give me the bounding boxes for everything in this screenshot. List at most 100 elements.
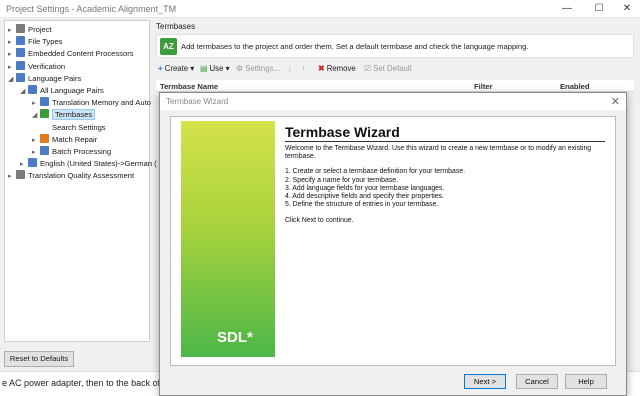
settings-node-icon <box>40 133 49 143</box>
expander-icon[interactable]: ◢ <box>8 74 16 86</box>
tree-item-label: Verification <box>28 61 66 71</box>
maximize-icon[interactable]: ☐ <box>584 0 614 18</box>
tree-item[interactable]: ◢ Language Pairs <box>8 72 82 86</box>
banner-text: Add termbases to the project and order t… <box>181 42 529 51</box>
expander-icon[interactable]: ▸ <box>32 98 40 110</box>
database-icon: ▤ <box>200 64 208 73</box>
dialog-title: Termbase Wizard <box>166 97 229 106</box>
tree-item-label: All Language Pairs <box>40 86 104 95</box>
expander-icon[interactable]: ◢ <box>32 110 40 122</box>
tree-item[interactable]: ▸ Project <box>8 24 52 36</box>
col-termbase-name[interactable]: Termbase Name <box>160 82 218 91</box>
termbase-wizard-dialog: Termbase Wizard ✕ SDL* Termbase Wizard W… <box>159 92 627 396</box>
sdl-banner-image: SDL* <box>181 121 275 357</box>
tree-item-label: File Types <box>28 37 63 47</box>
tree-item[interactable]: ▸ Embedded Content Processors <box>8 48 134 60</box>
tree-item[interactable]: ◢ All Language Pairs <box>20 85 104 97</box>
settings-node-icon <box>16 36 25 46</box>
expander-icon[interactable]: ▸ <box>20 159 28 171</box>
settings-label: Settings... <box>245 64 280 73</box>
close-icon[interactable]: ✕ <box>612 0 640 18</box>
gear-icon: ⚙ <box>236 64 243 73</box>
tree-item[interactable]: Search Settings <box>44 122 106 134</box>
arrow-up-icon: ↑ <box>302 64 306 73</box>
reset-to-defaults-button[interactable]: Reset to Defaults <box>4 351 74 367</box>
plus-icon: + <box>158 64 163 73</box>
use-button[interactable]: ▤ Use ▾ <box>200 62 230 76</box>
termbase-toolbar: + Create ▾ ▤ Use ▾ ⚙ Settings... ↓ ↑ ✖ R… <box>156 62 634 76</box>
step-item: 1. Create or select a termbase definitio… <box>285 168 466 176</box>
termbase-icon: AZ <box>160 38 177 55</box>
settings-node-icon <box>40 146 49 155</box>
tree-item-label: Termbases <box>52 109 96 121</box>
expander-icon[interactable]: ▸ <box>8 37 16 49</box>
expander-icon[interactable]: ▸ <box>32 147 40 159</box>
settings-node-icon <box>16 72 25 82</box>
expander-icon[interactable]: ▸ <box>8 25 16 37</box>
help-button[interactable]: Help <box>565 374 607 389</box>
heading-divider <box>285 141 605 142</box>
close-icon[interactable]: ✕ <box>611 95 620 108</box>
tree-item-label: Batch Processing <box>52 147 112 156</box>
create-label: Create <box>164 64 189 73</box>
tree-item-label: Translation Memory and Auto <box>52 98 151 108</box>
settings-node-icon <box>16 48 25 58</box>
settings-node-icon <box>28 85 37 94</box>
tree-item-label: Match Repair <box>52 134 98 144</box>
settings-node-icon <box>16 170 25 180</box>
tree-item[interactable]: ◢ Termbases <box>32 109 96 122</box>
tree-item-label: Project <box>28 25 52 34</box>
dialog-title-bar: Termbase Wizard ✕ <box>160 93 626 110</box>
window-title: Project Settings - Academic Alignment_TM <box>6 4 177 14</box>
remove-x-icon: ✖ <box>318 64 325 73</box>
create-button[interactable]: + Create ▾ <box>158 62 194 76</box>
page-title: Termbases <box>156 22 196 31</box>
expander-icon[interactable]: ◢ <box>20 86 28 98</box>
settings-button[interactable]: ⚙ Settings... <box>236 62 280 76</box>
settings-tree: ▸ Project ▸ File Types ▸ Embedded Content Pro… <box>4 20 157 342</box>
tree-item[interactable]: ▸ English (United States)->German ( <box>20 158 157 170</box>
tree-item[interactable]: ▸ Batch Processing <box>32 146 111 158</box>
tree-item[interactable]: ▸ Translation Memory and Auto <box>32 97 151 109</box>
tree-item[interactable]: ▸ File Types <box>8 36 62 48</box>
expander-icon[interactable]: ▸ <box>8 62 16 74</box>
step-item: 5. Define the structure of entries in yo… <box>285 201 439 209</box>
default-icon: ☑ <box>364 64 371 73</box>
tree-item[interactable]: ▸ Verification <box>8 60 66 74</box>
remove-label: Remove <box>326 64 356 73</box>
window-title-bar: Project Settings - Academic Alignment_TM… <box>0 0 640 18</box>
expander-icon[interactable]: ▸ <box>8 171 16 183</box>
tree-item[interactable]: ▸ Match Repair <box>32 133 98 147</box>
wizard-content: SDL* Termbase Wizard Welcome to the Term… <box>170 116 616 366</box>
settings-node-icon <box>40 109 49 119</box>
minimize-icon[interactable]: — <box>552 0 582 18</box>
sdl-logo: SDL* <box>217 329 253 346</box>
expander-icon[interactable]: ▸ <box>8 49 16 61</box>
set-default-button[interactable]: ☑ Set Default <box>364 62 412 76</box>
tree-item-label: Search Settings <box>52 122 106 132</box>
tree-item-label: Language Pairs <box>28 73 82 83</box>
settings-node-icon <box>16 60 25 70</box>
tree-item[interactable]: ▸ Translation Quality Assessment <box>8 170 134 182</box>
col-filter[interactable]: Filter <box>474 82 493 91</box>
settings-node-icon <box>28 158 37 168</box>
info-banner: AZ Add termbases to the project and orde… <box>156 34 634 58</box>
wizard-heading: Termbase Wizard <box>285 124 400 140</box>
col-enabled[interactable]: Enabled <box>560 82 590 91</box>
set-default-label: Set Default <box>373 64 412 73</box>
expander-icon[interactable]: ▸ <box>32 135 40 147</box>
continue-text: Click Next to continue. <box>285 217 354 225</box>
tree-item-label: Embedded Content Processors <box>28 49 134 59</box>
move-up-button[interactable]: ↑ <box>302 62 306 76</box>
step-item: 2. Specify a name for your termbase. <box>285 176 398 184</box>
move-down-button[interactable]: ↓ <box>288 62 292 76</box>
termbase-grid-header: Termbase Name Filter Enabled <box>156 80 634 92</box>
cancel-button[interactable]: Cancel <box>516 374 558 389</box>
step-item: 4. Add descriptive fields and specify th… <box>285 193 444 201</box>
settings-node-icon <box>40 97 49 107</box>
settings-node-icon <box>16 24 25 33</box>
tree-item-label: English (United States)->German ( <box>40 159 157 169</box>
next-button[interactable]: Next > <box>464 374 506 389</box>
arrow-down-icon: ↓ <box>288 64 292 73</box>
remove-button[interactable]: ✖ Remove <box>318 62 356 76</box>
